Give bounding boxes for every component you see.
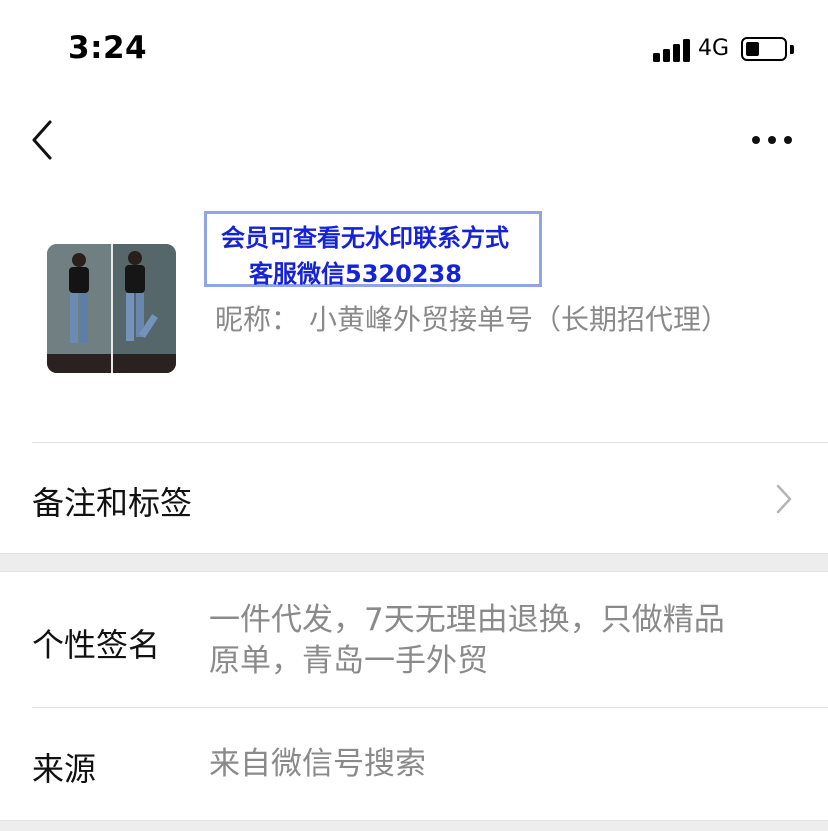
battery-cap (790, 45, 794, 54)
avatar-photo (47, 244, 176, 373)
source-value: 来自微信号搜索 (209, 746, 426, 782)
signature-row: 个性签名 一件代发，7天无理由退换，只做精品 原单，青岛一手外贸 (0, 572, 828, 707)
more-dots-icon (752, 136, 792, 144)
status-bar: 3:24 4G (0, 0, 828, 96)
section-gap (0, 553, 828, 572)
signature-line-2: 原单，青岛一手外贸 (209, 643, 488, 679)
nickname-value: 小黄峰外贸接单号（长期招代理） (309, 303, 730, 336)
watermark-line-2: 客服微信5320238 (249, 260, 462, 288)
signature-value: 一件代发，7天无理由退换，只做精品 原单，青岛一手外贸 (209, 600, 725, 682)
avatar[interactable] (47, 244, 176, 373)
more-options-button[interactable] (746, 125, 798, 155)
nickname-label: 昵称： (215, 303, 300, 336)
notes-tags-label: 备注和标签 (32, 484, 193, 522)
battery-icon (741, 37, 787, 61)
source-label: 来源 (32, 750, 97, 788)
watermark-line-1: 会员可查看无水印联系方式 (221, 224, 509, 252)
signal-icon (653, 38, 691, 62)
signature-line-1: 一件代发，7天无理由退换，只做精品 (209, 602, 725, 638)
chevron-left-icon (32, 120, 52, 160)
network-type: 4G (698, 36, 730, 61)
watermark-notice: 会员可查看无水印联系方式 客服微信5320238 (204, 211, 542, 288)
notes-tags-row[interactable]: 备注和标签 (0, 443, 828, 553)
source-row: 来源 来自微信号搜索 (0, 708, 828, 820)
signature-label: 个性签名 (32, 626, 161, 664)
chevron-right-icon (776, 484, 792, 514)
back-button[interactable] (26, 118, 62, 162)
status-time: 3:24 (68, 30, 148, 66)
nickname: 昵称： 小黄峰外贸接单号（长期招代理） (215, 298, 729, 338)
section-gap (0, 820, 828, 831)
